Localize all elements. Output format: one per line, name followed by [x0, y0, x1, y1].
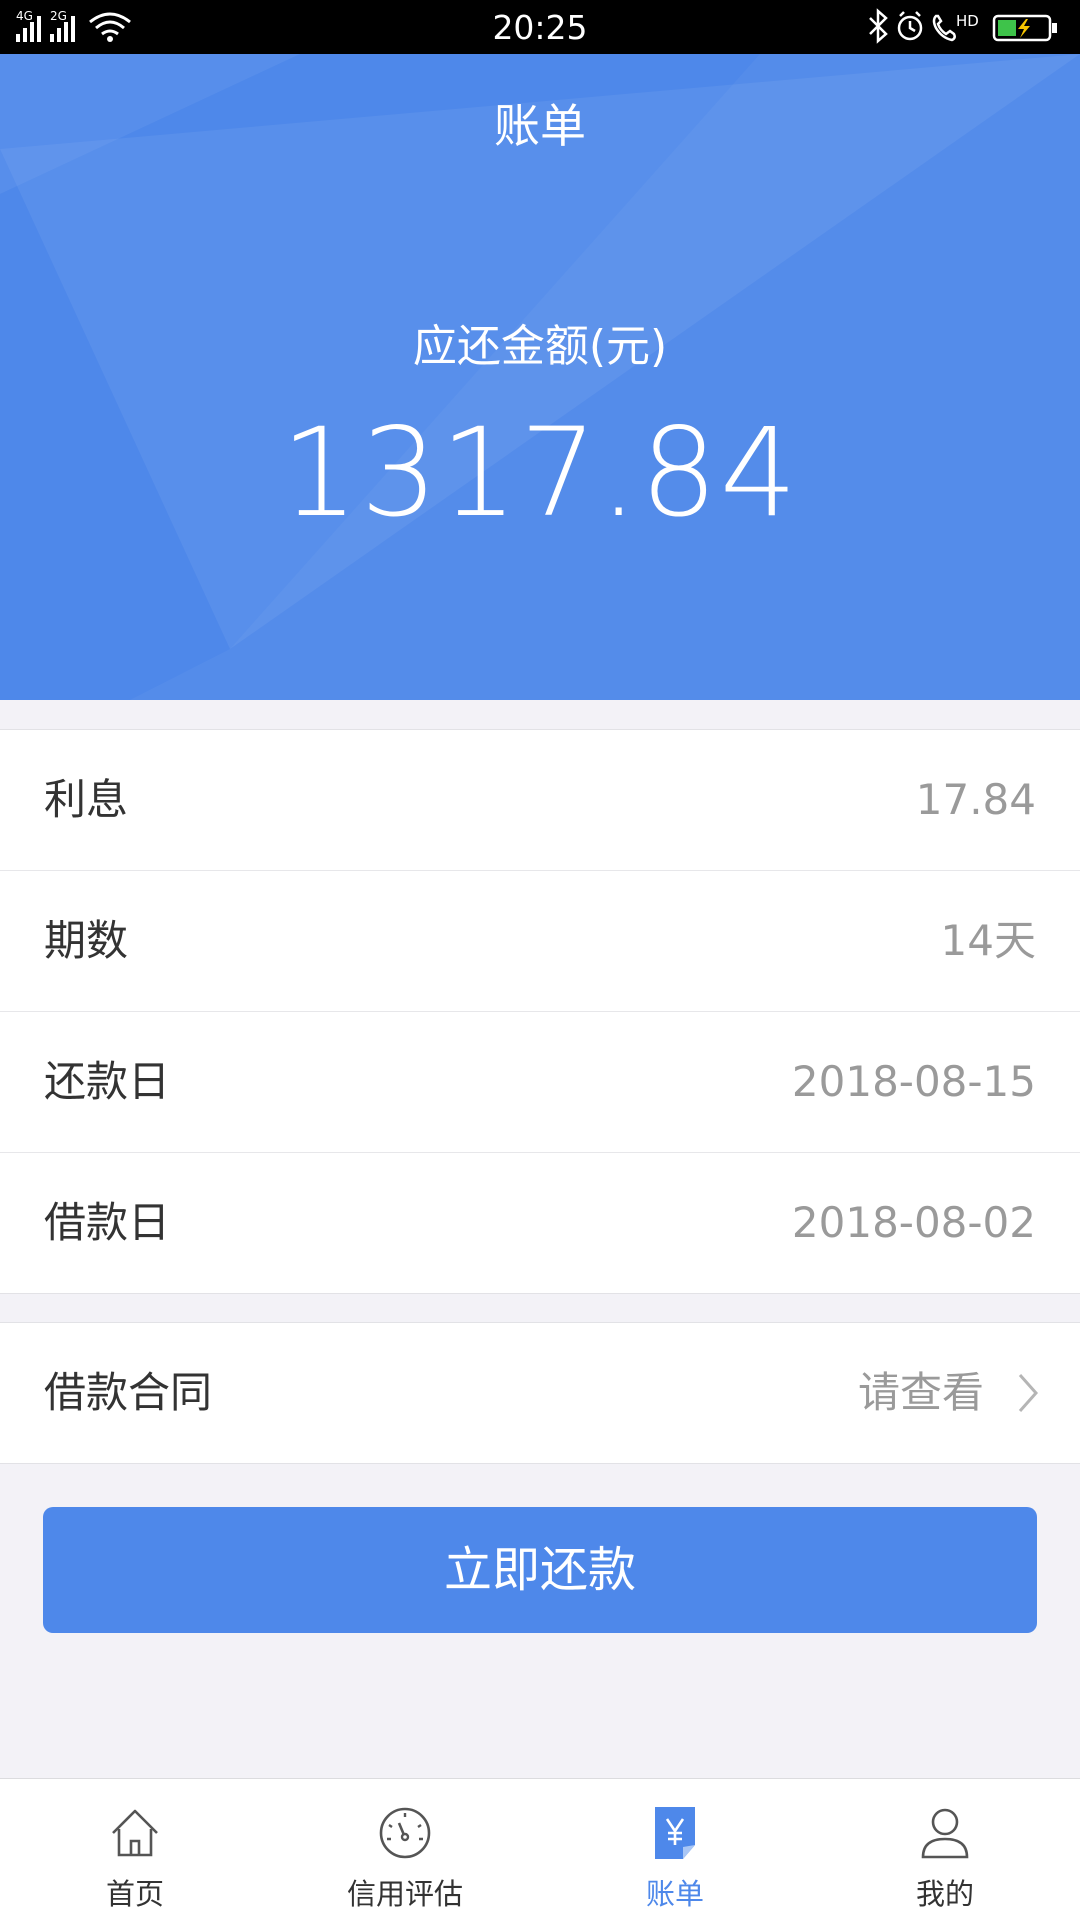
svg-text:HD: HD — [956, 12, 979, 30]
detail-row-interest: 利息 17.84 — [0, 730, 1080, 871]
detail-label: 期数 — [44, 916, 129, 965]
detail-label: 还款日 — [44, 1057, 171, 1106]
detail-label: 利息 — [44, 775, 129, 824]
detail-row-repayment-date: 还款日 2018-08-15 — [0, 1012, 1080, 1153]
tab-home[interactable]: 首页 — [0, 1779, 270, 1921]
detail-row-loan-date: 借款日 2018-08-02 — [0, 1153, 1080, 1293]
page-title: 账单 — [494, 99, 586, 153]
bluetooth-icon — [869, 8, 888, 44]
call-hd-icon — [932, 14, 956, 42]
loan-contract-row[interactable]: 借款合同 请查看 — [0, 1323, 1080, 1463]
detail-value: 2018-08-15 — [791, 1057, 1036, 1106]
user-icon — [921, 1808, 969, 1859]
bottom-tab-bar: 首页 信用评估 账单 我的 — [0, 1778, 1080, 1921]
contract-label: 借款合同 — [44, 1368, 213, 1417]
loan-contract-section: 借款合同 请查看 — [0, 1322, 1080, 1464]
detail-value: 17.84 — [915, 775, 1036, 824]
tab-profile[interactable]: 我的 — [810, 1779, 1080, 1921]
bill-summary-header: 账单 应还金额(元) 1317.84 — [0, 54, 1080, 700]
tab-label: 信用评估 — [346, 1877, 463, 1911]
gauge-icon — [379, 1807, 431, 1859]
battery-icon — [992, 14, 1057, 42]
tab-label: 首页 — [105, 1877, 164, 1911]
tab-credit-assessment[interactable]: 信用评估 — [270, 1779, 540, 1921]
detail-value: 2018-08-02 — [791, 1198, 1036, 1247]
detail-label: 借款日 — [44, 1198, 171, 1247]
detail-value: 14天 — [940, 916, 1036, 965]
chevron-right-icon — [1018, 1374, 1039, 1412]
contract-view-link[interactable]: 请查看 — [858, 1323, 984, 1463]
amount-due-label: 应还金额(元) — [412, 321, 668, 372]
status-icons: HD — [866, 8, 1066, 48]
bill-icon — [655, 1807, 695, 1859]
tab-label: 我的 — [915, 1877, 974, 1911]
bill-details-list: 利息 17.84 期数 14天 还款日 2018-08-15 借款日 2018-… — [0, 729, 1080, 1294]
tab-label: 账单 — [645, 1877, 704, 1911]
alarm-icon — [897, 11, 923, 41]
home-icon — [112, 1809, 158, 1857]
repay-now-button[interactable]: 立即还款 — [43, 1507, 1037, 1633]
amount-due-value: 1317.84 — [280, 402, 800, 544]
tab-bill[interactable]: 账单 — [540, 1779, 810, 1921]
detail-row-term: 期数 14天 — [0, 871, 1080, 1012]
status-bar: 4G 2G 20:25 HD — [0, 0, 1080, 54]
